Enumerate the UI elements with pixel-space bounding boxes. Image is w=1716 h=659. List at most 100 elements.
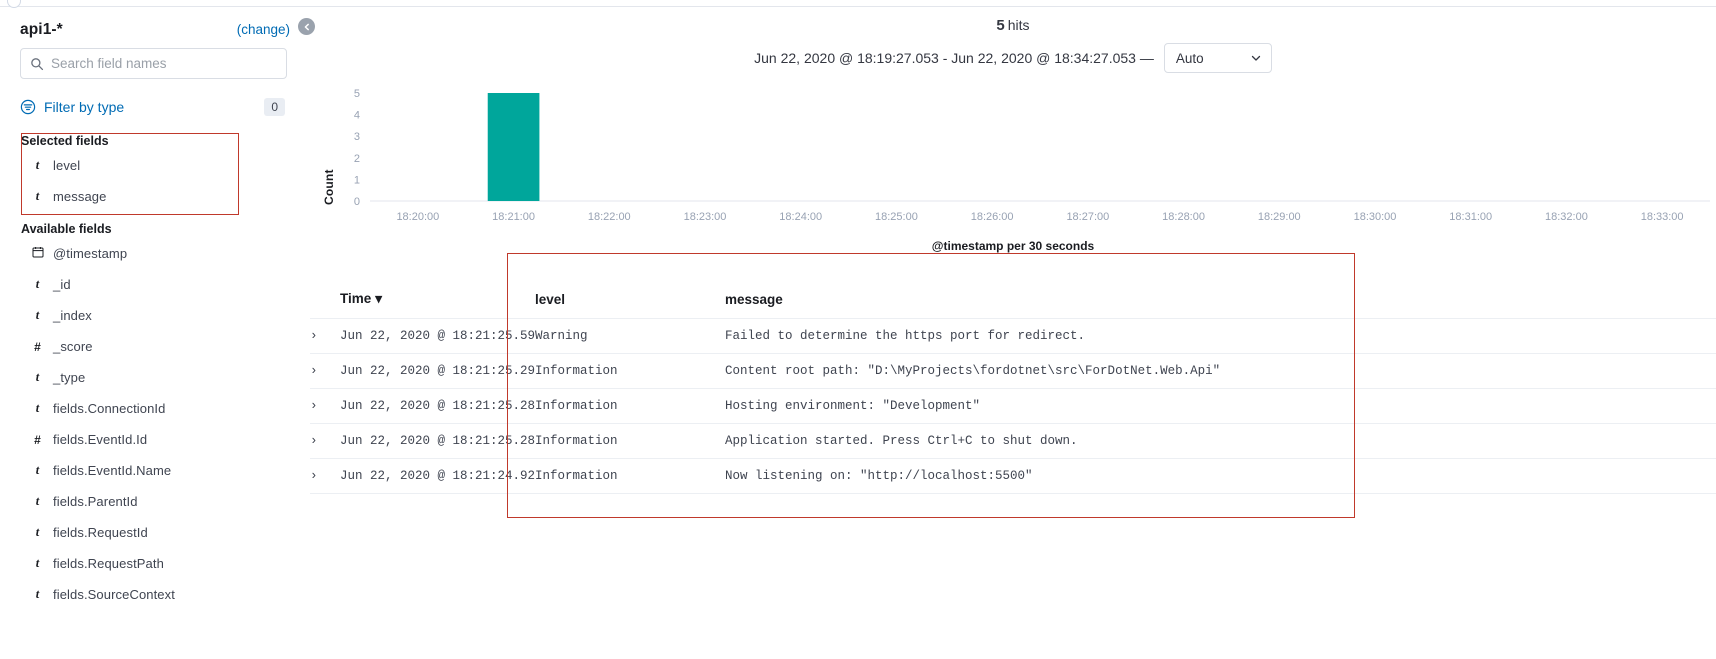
y-tick-label: 4 [354, 110, 360, 122]
available-field--index[interactable]: t _index [20, 300, 290, 331]
documents-table-wrap: Time ▾ level message › Jun 22, 2020 @ 18:2… [310, 281, 1716, 494]
sort-descending-icon[interactable]: ▾ [375, 291, 382, 307]
hits-label: hits [1007, 17, 1030, 33]
expand-column-header [310, 281, 340, 319]
x-tick-label: 18:20:00 [396, 211, 439, 223]
cell-level: Warning [535, 318, 725, 354]
available-field-fields-parentid[interactable]: t fields.ParentId [20, 486, 290, 517]
expand-row-button[interactable]: › [310, 423, 340, 459]
x-tick-label: 18:25:00 [875, 211, 918, 223]
collapse-sidebar-button[interactable] [298, 18, 315, 35]
x-tick-label: 18:21:00 [492, 211, 535, 223]
selected-fields-heading: Selected fields [21, 134, 109, 148]
y-tick-label: 1 [354, 174, 360, 186]
cell-time: Jun 22, 2020 @ 18:21:25.287 [340, 388, 535, 424]
interval-value: Auto [1175, 50, 1204, 66]
field-name-label: fields.RequestId [53, 525, 148, 540]
field-name-label: fields.SourceContext [53, 587, 175, 602]
filter-count-badge: 0 [264, 98, 285, 116]
y-tick-label: 2 [354, 153, 360, 165]
cell-message: Hosting environment: "Development" [725, 388, 1716, 424]
cell-message: Application started. Press Ctrl+C to shu… [725, 423, 1716, 459]
field-type-number-icon: # [34, 432, 41, 447]
discover-page: api1-* (change) Filter by type 0 Selecte… [0, 0, 1716, 659]
change-index-pattern-link[interactable]: (change) [237, 22, 290, 37]
field-name-label: fields.RequestPath [53, 556, 164, 571]
field-name-label: fields.ParentId [53, 494, 138, 509]
field-type-number-icon: # [34, 339, 41, 354]
x-tick-label: 18:23:00 [684, 211, 727, 223]
field-name-label: fields.ConnectionId [53, 401, 166, 416]
expand-row-button[interactable]: › [310, 353, 340, 389]
field-type-string-icon: t [35, 525, 40, 539]
x-tick-label: 18:26:00 [971, 211, 1014, 223]
field-name-label: _id [53, 277, 71, 292]
x-tick-label: 18:28:00 [1162, 211, 1205, 223]
field-sidebar: api1-* (change) Filter by type 0 Selecte… [0, 0, 310, 659]
documents-table-body: › Jun 22, 2020 @ 18:21:25.599 Warning Faile… [310, 318, 1716, 494]
time-range-row: Jun 22, 2020 @ 18:19:27.053 - Jun 22, 20… [310, 43, 1716, 73]
table-row[interactable]: › Jun 22, 2020 @ 18:21:25.293 Information C… [310, 353, 1716, 389]
x-tick-label: 18:27:00 [1066, 211, 1109, 223]
field-type-string-icon: t [35, 494, 40, 508]
table-row[interactable]: › Jun 22, 2020 @ 18:21:25.599 Warning Faile… [310, 318, 1716, 354]
chevron-down-icon [1251, 55, 1261, 61]
filter-by-type-button[interactable]: Filter by type 0 [20, 90, 290, 124]
search-input[interactable] [51, 49, 279, 78]
expand-row-button[interactable]: › [310, 388, 340, 424]
available-field-fields-eventid-name[interactable]: t fields.EventId.Name [20, 455, 290, 486]
field-name-label: _index [53, 308, 92, 323]
histogram-bar[interactable] [487, 93, 540, 201]
y-tick-label: 3 [354, 131, 360, 143]
cell-level: Information [535, 353, 725, 389]
chevron-left-icon [304, 23, 309, 30]
filter-by-type-label: Filter by type [44, 99, 125, 115]
available-field-fields-eventid-id[interactable]: # fields.EventId.Id [20, 424, 290, 455]
selected-fields-list: t level t message [20, 150, 290, 212]
field-name-label: _score [53, 339, 93, 354]
selected-field-message[interactable]: t message [20, 181, 290, 212]
x-axis-title: @timestamp per 30 seconds [931, 239, 1095, 253]
available-fields-heading: Available fields [21, 222, 112, 236]
field-name-label: message [53, 189, 107, 204]
cell-message: Content root path: "D:\MyProjects\fordot… [725, 353, 1716, 389]
column-header-level[interactable]: level [535, 281, 725, 319]
histogram-svg[interactable]: 0 1 2 3 4 5 18:20:00 18:21:00 18:22:00 18:23:00 18… [310, 87, 1716, 237]
cell-level: Information [535, 458, 725, 494]
table-row[interactable]: › Jun 22, 2020 @ 18:21:24.927 Information N… [310, 458, 1716, 494]
cell-time: Jun 22, 2020 @ 18:21:25.284 [340, 423, 535, 459]
search-field-names-box[interactable] [20, 48, 287, 79]
table-row[interactable]: › Jun 22, 2020 @ 18:21:25.284 Information A… [310, 423, 1716, 459]
x-tick-label: 18:29:00 [1258, 211, 1301, 223]
interval-select[interactable]: Auto [1163, 43, 1272, 73]
expand-row-button[interactable]: › [310, 318, 340, 354]
cell-message: Now listening on: "http://localhost:5500… [725, 458, 1716, 494]
x-tick-label: 18:32:00 [1545, 211, 1588, 223]
available-field-fields-connectionid[interactable]: t fields.ConnectionId [20, 393, 290, 424]
field-name-label: _type [53, 370, 86, 385]
x-tick-label: 18:24:00 [779, 211, 822, 223]
cell-time: Jun 22, 2020 @ 18:21:25.293 [340, 353, 535, 389]
index-pattern-name[interactable]: api1-* [20, 21, 63, 39]
cell-level: Information [535, 423, 725, 459]
available-field--score[interactable]: # _score [20, 331, 290, 362]
field-name-label: fields.EventId.Name [53, 463, 172, 478]
available-field-fields-requestid[interactable]: t fields.RequestId [20, 517, 290, 548]
column-header-message[interactable]: message [725, 281, 1716, 319]
field-type-string-icon: t [35, 277, 40, 291]
documents-table: Time ▾ level message › Jun 22, 2020 @ 18:2… [310, 281, 1716, 494]
field-name-label: @timestamp [53, 246, 128, 261]
available-field--id[interactable]: t _id [20, 269, 290, 300]
table-row[interactable]: › Jun 22, 2020 @ 18:21:25.287 Information H… [310, 388, 1716, 424]
available-field-fields-requestpath[interactable]: t fields.RequestPath [20, 548, 290, 579]
selected-field-level[interactable]: t level [20, 150, 290, 181]
field-type-string-icon: t [35, 158, 40, 172]
expand-row-button[interactable]: › [310, 458, 340, 494]
column-header-time[interactable]: Time ▾ [340, 281, 535, 319]
available-field--timestamp[interactable]: @timestamp [20, 238, 290, 269]
cell-time: Jun 22, 2020 @ 18:21:24.927 [340, 458, 535, 494]
field-type-string-icon: t [35, 308, 40, 322]
available-field--type[interactable]: t _type [20, 362, 290, 393]
available-field-fields-sourcecontext[interactable]: t fields.SourceContext [20, 579, 290, 610]
hits-histogram: Count @timestamp per 30 seconds 0 1 2 3 4 5 18… [310, 87, 1716, 277]
